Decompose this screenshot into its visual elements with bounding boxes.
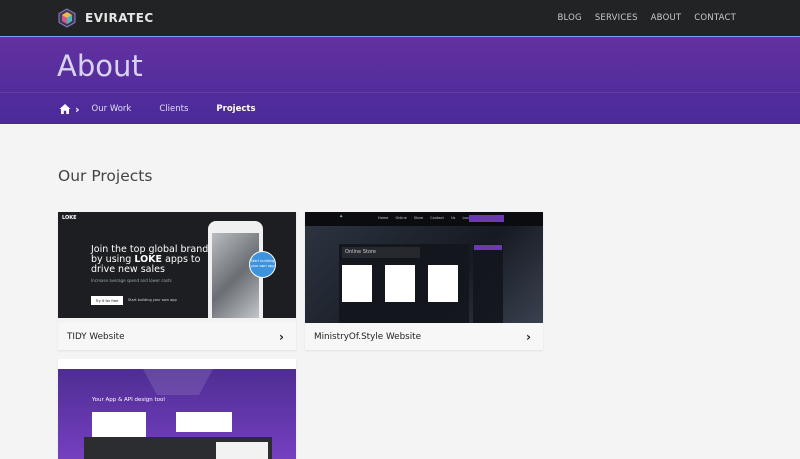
nav-contact[interactable]: CONTACT [694,13,736,23]
thumb-secondary-button: Start building your own app [128,298,177,302]
nav-blog[interactable]: BLOG [557,13,581,23]
thumb-logo-icon: ✦ [339,214,344,220]
chevron-right-icon[interactable]: › [526,330,531,344]
main-nav: BLOG SERVICES ABOUT CONTACT [544,0,736,36]
thumb-bubble: Start building your own app [249,251,276,278]
thumb-bottom-bar [58,318,296,323]
project-card-tidy[interactable]: LOKE Join the top global brands by using… [58,212,296,350]
thumb-sidebar-header [474,245,502,250]
thumb-headline: Join the top global brands by using LOKE… [91,244,214,275]
thumb-subtext: Increase average spend and lower costs [91,278,172,283]
project-card-app-design[interactable]: Your App & API design tool [58,359,296,459]
top-navbar: EVIRATEC BLOG SERVICES ABOUT CONTACT [0,0,800,36]
breadcrumb-clients[interactable]: Clients [159,104,188,114]
section-title: Our Projects [58,167,153,185]
header-divider [0,92,800,93]
page-header: About › Our Work Clients Projects [0,36,800,124]
thumb-app-panel [216,442,268,459]
thumb-navbar [58,359,296,369]
project-thumbnail: LOKE Join the top global brands by using… [58,212,296,323]
thumb-hex-graphic [143,369,213,395]
thumb-search [469,215,504,222]
project-caption: MinistryOf.Style Website › [305,323,543,350]
chevron-right-icon: › [75,102,80,116]
breadcrumb-projects[interactable]: Projects [216,104,255,114]
thumb-store-title: Online Store [342,247,420,258]
project-label: MinistryOf.Style Website [314,331,422,342]
thumb-brand: LOKE [62,215,77,221]
brand-name: EVIRATEC [85,11,154,25]
thumb-widget [92,412,146,439]
thumb-tagline: Your App & API design tool [92,397,165,403]
nav-about[interactable]: ABOUT [651,13,682,23]
thumb-product [428,265,458,302]
thumb-product [342,265,372,302]
nav-services[interactable]: SERVICES [595,13,638,23]
thumb-nav-links: Home Online Store Contact Us Location [378,216,478,220]
thumb-product [385,265,415,302]
project-caption: TIDY Website › [58,323,296,350]
project-card-ministry-of-style[interactable]: ✦ Home Online Store Contact Us Location … [305,212,543,350]
project-thumbnail: ✦ Home Online Store Contact Us Location … [305,212,543,323]
phone-screen [212,233,259,323]
page-title: About [57,49,143,83]
hexagon-logo-icon [58,8,76,28]
project-thumbnail: Your App & API design tool [58,359,296,459]
brand-logo[interactable]: EVIRATEC [57,8,154,28]
project-label: TIDY Website [67,331,125,342]
breadcrumb-our-work[interactable]: Our Work [92,104,132,114]
breadcrumb: › Our Work Clients Projects [59,101,284,117]
thumb-primary-button: Try it for free [91,296,123,305]
chevron-right-icon[interactable]: › [279,330,284,344]
thumb-sidebar [473,244,503,323]
thumb-widget [176,412,232,432]
home-icon[interactable] [59,103,71,115]
